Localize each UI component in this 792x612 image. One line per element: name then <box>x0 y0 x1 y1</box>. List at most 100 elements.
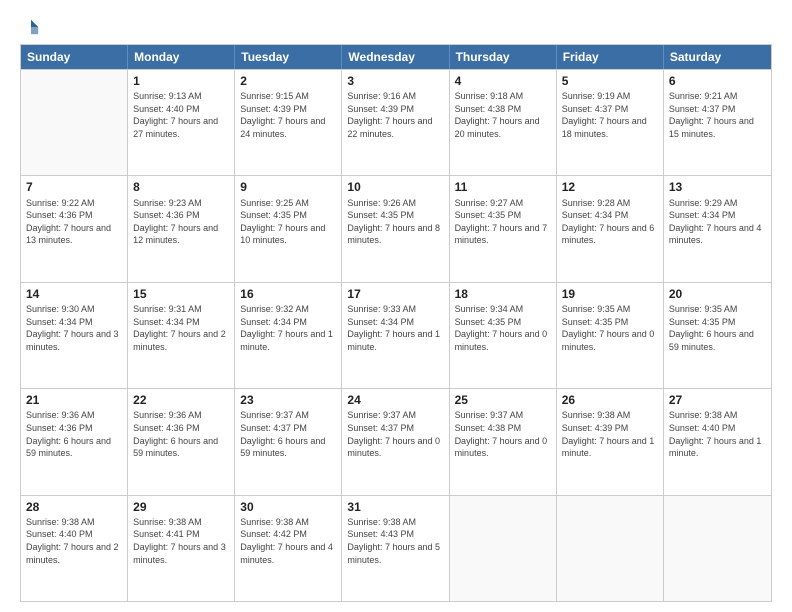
calendar-cell-0-3: 3Sunrise: 9:16 AMSunset: 4:39 PMDaylight… <box>342 70 449 175</box>
day-number: 6 <box>669 73 766 89</box>
day-number: 28 <box>26 499 122 515</box>
cell-info: Sunrise: 9:32 AMSunset: 4:34 PMDaylight:… <box>240 303 336 353</box>
day-number: 19 <box>562 286 658 302</box>
cell-info: Sunrise: 9:38 AMSunset: 4:39 PMDaylight:… <box>562 409 658 459</box>
day-number: 27 <box>669 392 766 408</box>
day-number: 13 <box>669 179 766 195</box>
calendar-row-3: 21Sunrise: 9:36 AMSunset: 4:36 PMDayligh… <box>21 388 771 494</box>
calendar-cell-2-1: 15Sunrise: 9:31 AMSunset: 4:34 PMDayligh… <box>128 283 235 388</box>
cell-info: Sunrise: 9:35 AMSunset: 4:35 PMDaylight:… <box>669 303 766 353</box>
calendar-cell-0-1: 1Sunrise: 9:13 AMSunset: 4:40 PMDaylight… <box>128 70 235 175</box>
calendar-cell-1-1: 8 Sunrise: 9:23 AMSunset: 4:36 PMDaylight… <box>128 176 235 281</box>
calendar-cell-2-4: 18Sunrise: 9:34 AMSunset: 4:35 PMDayligh… <box>450 283 557 388</box>
cell-info: Sunrise: 9:38 AMSunset: 4:41 PMDaylight:… <box>133 516 229 566</box>
cell-info: Sunrise: 9:36 AMSunset: 4:36 PMDaylight:… <box>133 409 229 459</box>
calendar-cell-1-4: 11 Sunrise: 9:27 AMSunset: 4:35 PMDayligh… <box>450 176 557 281</box>
header-day-friday: Friday <box>557 45 664 69</box>
calendar-cell-0-2: 2Sunrise: 9:15 AMSunset: 4:39 PMDaylight… <box>235 70 342 175</box>
calendar-row-0: 1Sunrise: 9:13 AMSunset: 4:40 PMDaylight… <box>21 69 771 175</box>
day-number: 21 <box>26 392 122 408</box>
cell-info: Sunrise: 9:34 AMSunset: 4:35 PMDaylight:… <box>455 303 551 353</box>
cell-info: Sunrise: 9:19 AMSunset: 4:37 PMDaylight:… <box>562 90 658 140</box>
cell-info: Sunrise: 9:29 AMSunset: 4:34 PMDaylight:… <box>669 197 766 247</box>
cell-info: Sunrise: 9:31 AMSunset: 4:34 PMDaylight:… <box>133 303 229 353</box>
calendar-row-1: 7Sunrise: 9:22 AMSunset: 4:36 PMDaylight… <box>21 175 771 281</box>
cell-info: Sunrise: 9:33 AMSunset: 4:34 PMDaylight:… <box>347 303 443 353</box>
day-number: 5 <box>562 73 658 89</box>
day-number: 2 <box>240 73 336 89</box>
day-number: 10 <box>347 179 443 195</box>
cell-info: Sunrise: 9:38 AMSunset: 4:40 PMDaylight:… <box>669 409 766 459</box>
calendar-cell-3-0: 21Sunrise: 9:36 AMSunset: 4:36 PMDayligh… <box>21 389 128 494</box>
calendar-row-4: 28Sunrise: 9:38 AMSunset: 4:40 PMDayligh… <box>21 495 771 601</box>
logo <box>20 18 40 36</box>
calendar-cell-1-5: 12Sunrise: 9:28 AMSunset: 4:34 PMDayligh… <box>557 176 664 281</box>
cell-info: Sunrise: 9:27 AMSunset: 4:35 PMDaylight:… <box>455 197 551 247</box>
calendar-cell-2-2: 16Sunrise: 9:32 AMSunset: 4:34 PMDayligh… <box>235 283 342 388</box>
calendar-cell-0-4: 4Sunrise: 9:18 AMSunset: 4:38 PMDaylight… <box>450 70 557 175</box>
header-day-sunday: Sunday <box>21 45 128 69</box>
day-number: 18 <box>455 286 551 302</box>
day-number: 26 <box>562 392 658 408</box>
cell-info: Sunrise: 9:16 AMSunset: 4:39 PMDaylight:… <box>347 90 443 140</box>
calendar: SundayMondayTuesdayWednesdayThursdayFrid… <box>20 44 772 602</box>
calendar-cell-2-3: 17Sunrise: 9:33 AMSunset: 4:34 PMDayligh… <box>342 283 449 388</box>
cell-info: Sunrise: 9:26 AMSunset: 4:35 PMDaylight:… <box>347 197 443 247</box>
calendar-cell-4-2: 30Sunrise: 9:38 AMSunset: 4:42 PMDayligh… <box>235 496 342 601</box>
cell-info: Sunrise: 9:38 AMSunset: 4:43 PMDaylight:… <box>347 516 443 566</box>
calendar-cell-3-4: 25Sunrise: 9:37 AMSunset: 4:38 PMDayligh… <box>450 389 557 494</box>
calendar-cell-4-5 <box>557 496 664 601</box>
day-number: 29 <box>133 499 229 515</box>
cell-info: Sunrise: 9:37 AMSunset: 4:37 PMDaylight:… <box>347 409 443 459</box>
calendar-cell-1-0: 7Sunrise: 9:22 AMSunset: 4:36 PMDaylight… <box>21 176 128 281</box>
day-number: 12 <box>562 179 658 195</box>
day-number: 22 <box>133 392 229 408</box>
calendar-header: SundayMondayTuesdayWednesdayThursdayFrid… <box>21 45 771 69</box>
day-number: 24 <box>347 392 443 408</box>
logo-icon <box>22 18 40 36</box>
cell-info: Sunrise: 9:13 AMSunset: 4:40 PMDaylight:… <box>133 90 229 140</box>
day-number: 30 <box>240 499 336 515</box>
calendar-cell-2-5: 19Sunrise: 9:35 AMSunset: 4:35 PMDayligh… <box>557 283 664 388</box>
day-number: 20 <box>669 286 766 302</box>
calendar-cell-0-0 <box>21 70 128 175</box>
day-number: 8 <box>133 179 229 195</box>
calendar-cell-2-0: 14Sunrise: 9:30 AMSunset: 4:34 PMDayligh… <box>21 283 128 388</box>
day-number: 9 <box>240 179 336 195</box>
cell-info: Sunrise: 9:36 AMSunset: 4:36 PMDaylight:… <box>26 409 122 459</box>
calendar-cell-4-6 <box>664 496 771 601</box>
calendar-cell-4-1: 29Sunrise: 9:38 AMSunset: 4:41 PMDayligh… <box>128 496 235 601</box>
calendar-cell-4-3: 31Sunrise: 9:38 AMSunset: 4:43 PMDayligh… <box>342 496 449 601</box>
calendar-cell-3-1: 22Sunrise: 9:36 AMSunset: 4:36 PMDayligh… <box>128 389 235 494</box>
calendar-cell-3-2: 23Sunrise: 9:37 AMSunset: 4:37 PMDayligh… <box>235 389 342 494</box>
calendar-cell-3-6: 27Sunrise: 9:38 AMSunset: 4:40 PMDayligh… <box>664 389 771 494</box>
day-number: 3 <box>347 73 443 89</box>
day-number: 4 <box>455 73 551 89</box>
cell-info: Sunrise: 9:18 AMSunset: 4:38 PMDaylight:… <box>455 90 551 140</box>
cell-info: Sunrise: 9:30 AMSunset: 4:34 PMDaylight:… <box>26 303 122 353</box>
header-day-wednesday: Wednesday <box>342 45 449 69</box>
cell-info: Sunrise: 9:25 AMSunset: 4:35 PMDaylight:… <box>240 197 336 247</box>
calendar-cell-0-5: 5Sunrise: 9:19 AMSunset: 4:37 PMDaylight… <box>557 70 664 175</box>
calendar-cell-0-6: 6Sunrise: 9:21 AMSunset: 4:37 PMDaylight… <box>664 70 771 175</box>
calendar-cell-1-3: 10 Sunrise: 9:26 AMSunset: 4:35 PMDayligh… <box>342 176 449 281</box>
calendar-cell-3-5: 26Sunrise: 9:38 AMSunset: 4:39 PMDayligh… <box>557 389 664 494</box>
header-day-tuesday: Tuesday <box>235 45 342 69</box>
header-day-monday: Monday <box>128 45 235 69</box>
calendar-cell-3-3: 24Sunrise: 9:37 AMSunset: 4:37 PMDayligh… <box>342 389 449 494</box>
day-number: 23 <box>240 392 336 408</box>
day-number: 16 <box>240 286 336 302</box>
day-number: 15 <box>133 286 229 302</box>
header <box>20 18 772 36</box>
calendar-row-2: 14Sunrise: 9:30 AMSunset: 4:34 PMDayligh… <box>21 282 771 388</box>
day-number: 14 <box>26 286 122 302</box>
cell-info: Sunrise: 9:23 AMSunset: 4:36 PMDaylight:… <box>133 197 229 247</box>
page: SundayMondayTuesdayWednesdayThursdayFrid… <box>0 0 792 612</box>
day-number: 31 <box>347 499 443 515</box>
day-number: 25 <box>455 392 551 408</box>
calendar-cell-4-4 <box>450 496 557 601</box>
calendar-cell-1-6: 13 Sunrise: 9:29 AMSunset: 4:34 PMDayligh… <box>664 176 771 281</box>
day-number: 11 <box>455 179 551 195</box>
cell-info: Sunrise: 9:15 AMSunset: 4:39 PMDaylight:… <box>240 90 336 140</box>
cell-info: Sunrise: 9:37 AMSunset: 4:37 PMDaylight:… <box>240 409 336 459</box>
